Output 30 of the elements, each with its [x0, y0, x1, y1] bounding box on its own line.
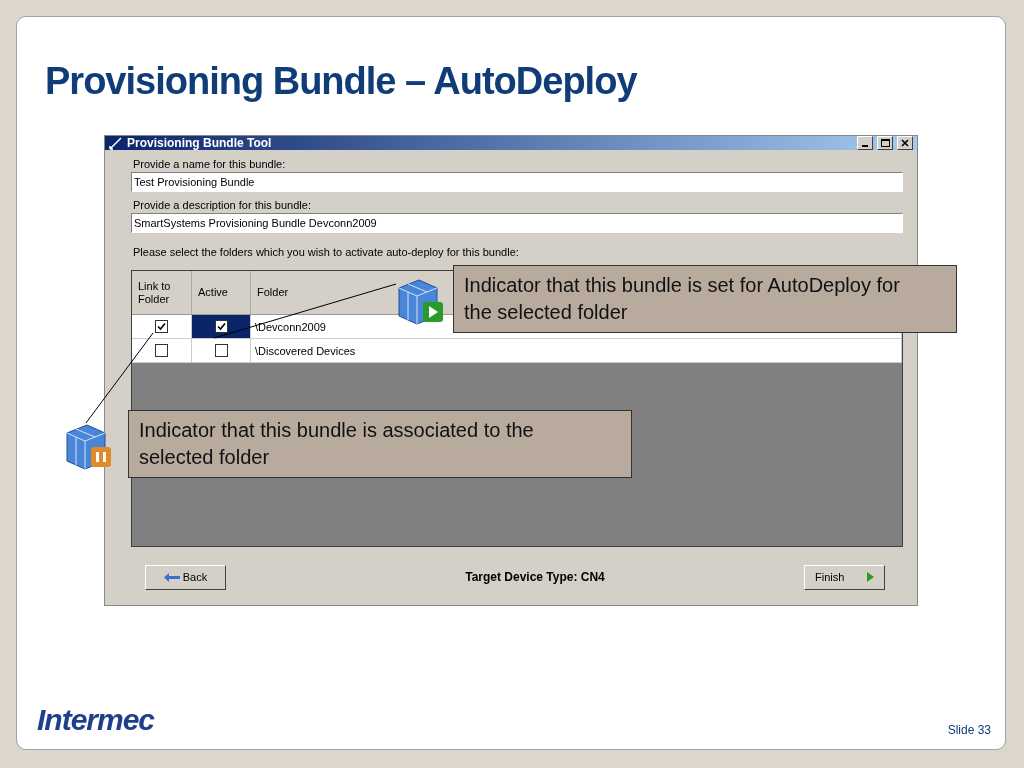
- close-icon: [901, 139, 909, 147]
- field-label: Provide a description for this bundle:: [133, 199, 312, 212]
- column-header: Link to Folder: [132, 271, 192, 314]
- checkbox[interactable]: [155, 320, 168, 333]
- maximize-button[interactable]: [877, 136, 893, 150]
- slide-number: Slide 33: [947, 723, 991, 737]
- checkbox[interactable]: [214, 344, 228, 357]
- checkbox[interactable]: [155, 344, 168, 357]
- column-header: Active: [192, 271, 251, 314]
- description-field[interactable]: SmartSystems Provisioning Bundle Devconn2009: [131, 213, 903, 233]
- arrow-left-icon: [163, 572, 180, 582]
- folder-path: \Discovered Devices: [255, 344, 356, 357]
- maximize-icon: [880, 139, 890, 147]
- window-title: Provisioning Bundle Tool: [127, 136, 273, 150]
- finish-button[interactable]: Finish: [804, 564, 885, 590]
- slide-title: Provisioning Bundle – AutoDeploy: [45, 59, 639, 104]
- target-device-label: Target Device Type: CN4: [465, 570, 605, 584]
- back-button[interactable]: Back: [145, 564, 226, 590]
- field-label: Provide a name for this bundle:: [133, 158, 287, 171]
- checkbox[interactable]: [214, 320, 228, 333]
- name-field[interactable]: Test Provisioning Bundle: [131, 172, 903, 192]
- company-logo: Intermec: [37, 703, 155, 737]
- callout-note: Indicator that this bundle is associated to the selected folder: [128, 410, 632, 478]
- close-button[interactable]: [897, 136, 913, 150]
- folder-path: \Devconn2009: [255, 320, 326, 333]
- pencil-icon: [109, 136, 123, 150]
- minimize-button[interactable]: [857, 136, 873, 150]
- play-icon: [867, 572, 874, 582]
- instruction-text: Please select the folders which you wish to activate auto-deploy for this bundle:: [133, 246, 520, 259]
- callout-note: Indicator that this bundle is set for AutoDeploy for the selected folder: [453, 265, 957, 333]
